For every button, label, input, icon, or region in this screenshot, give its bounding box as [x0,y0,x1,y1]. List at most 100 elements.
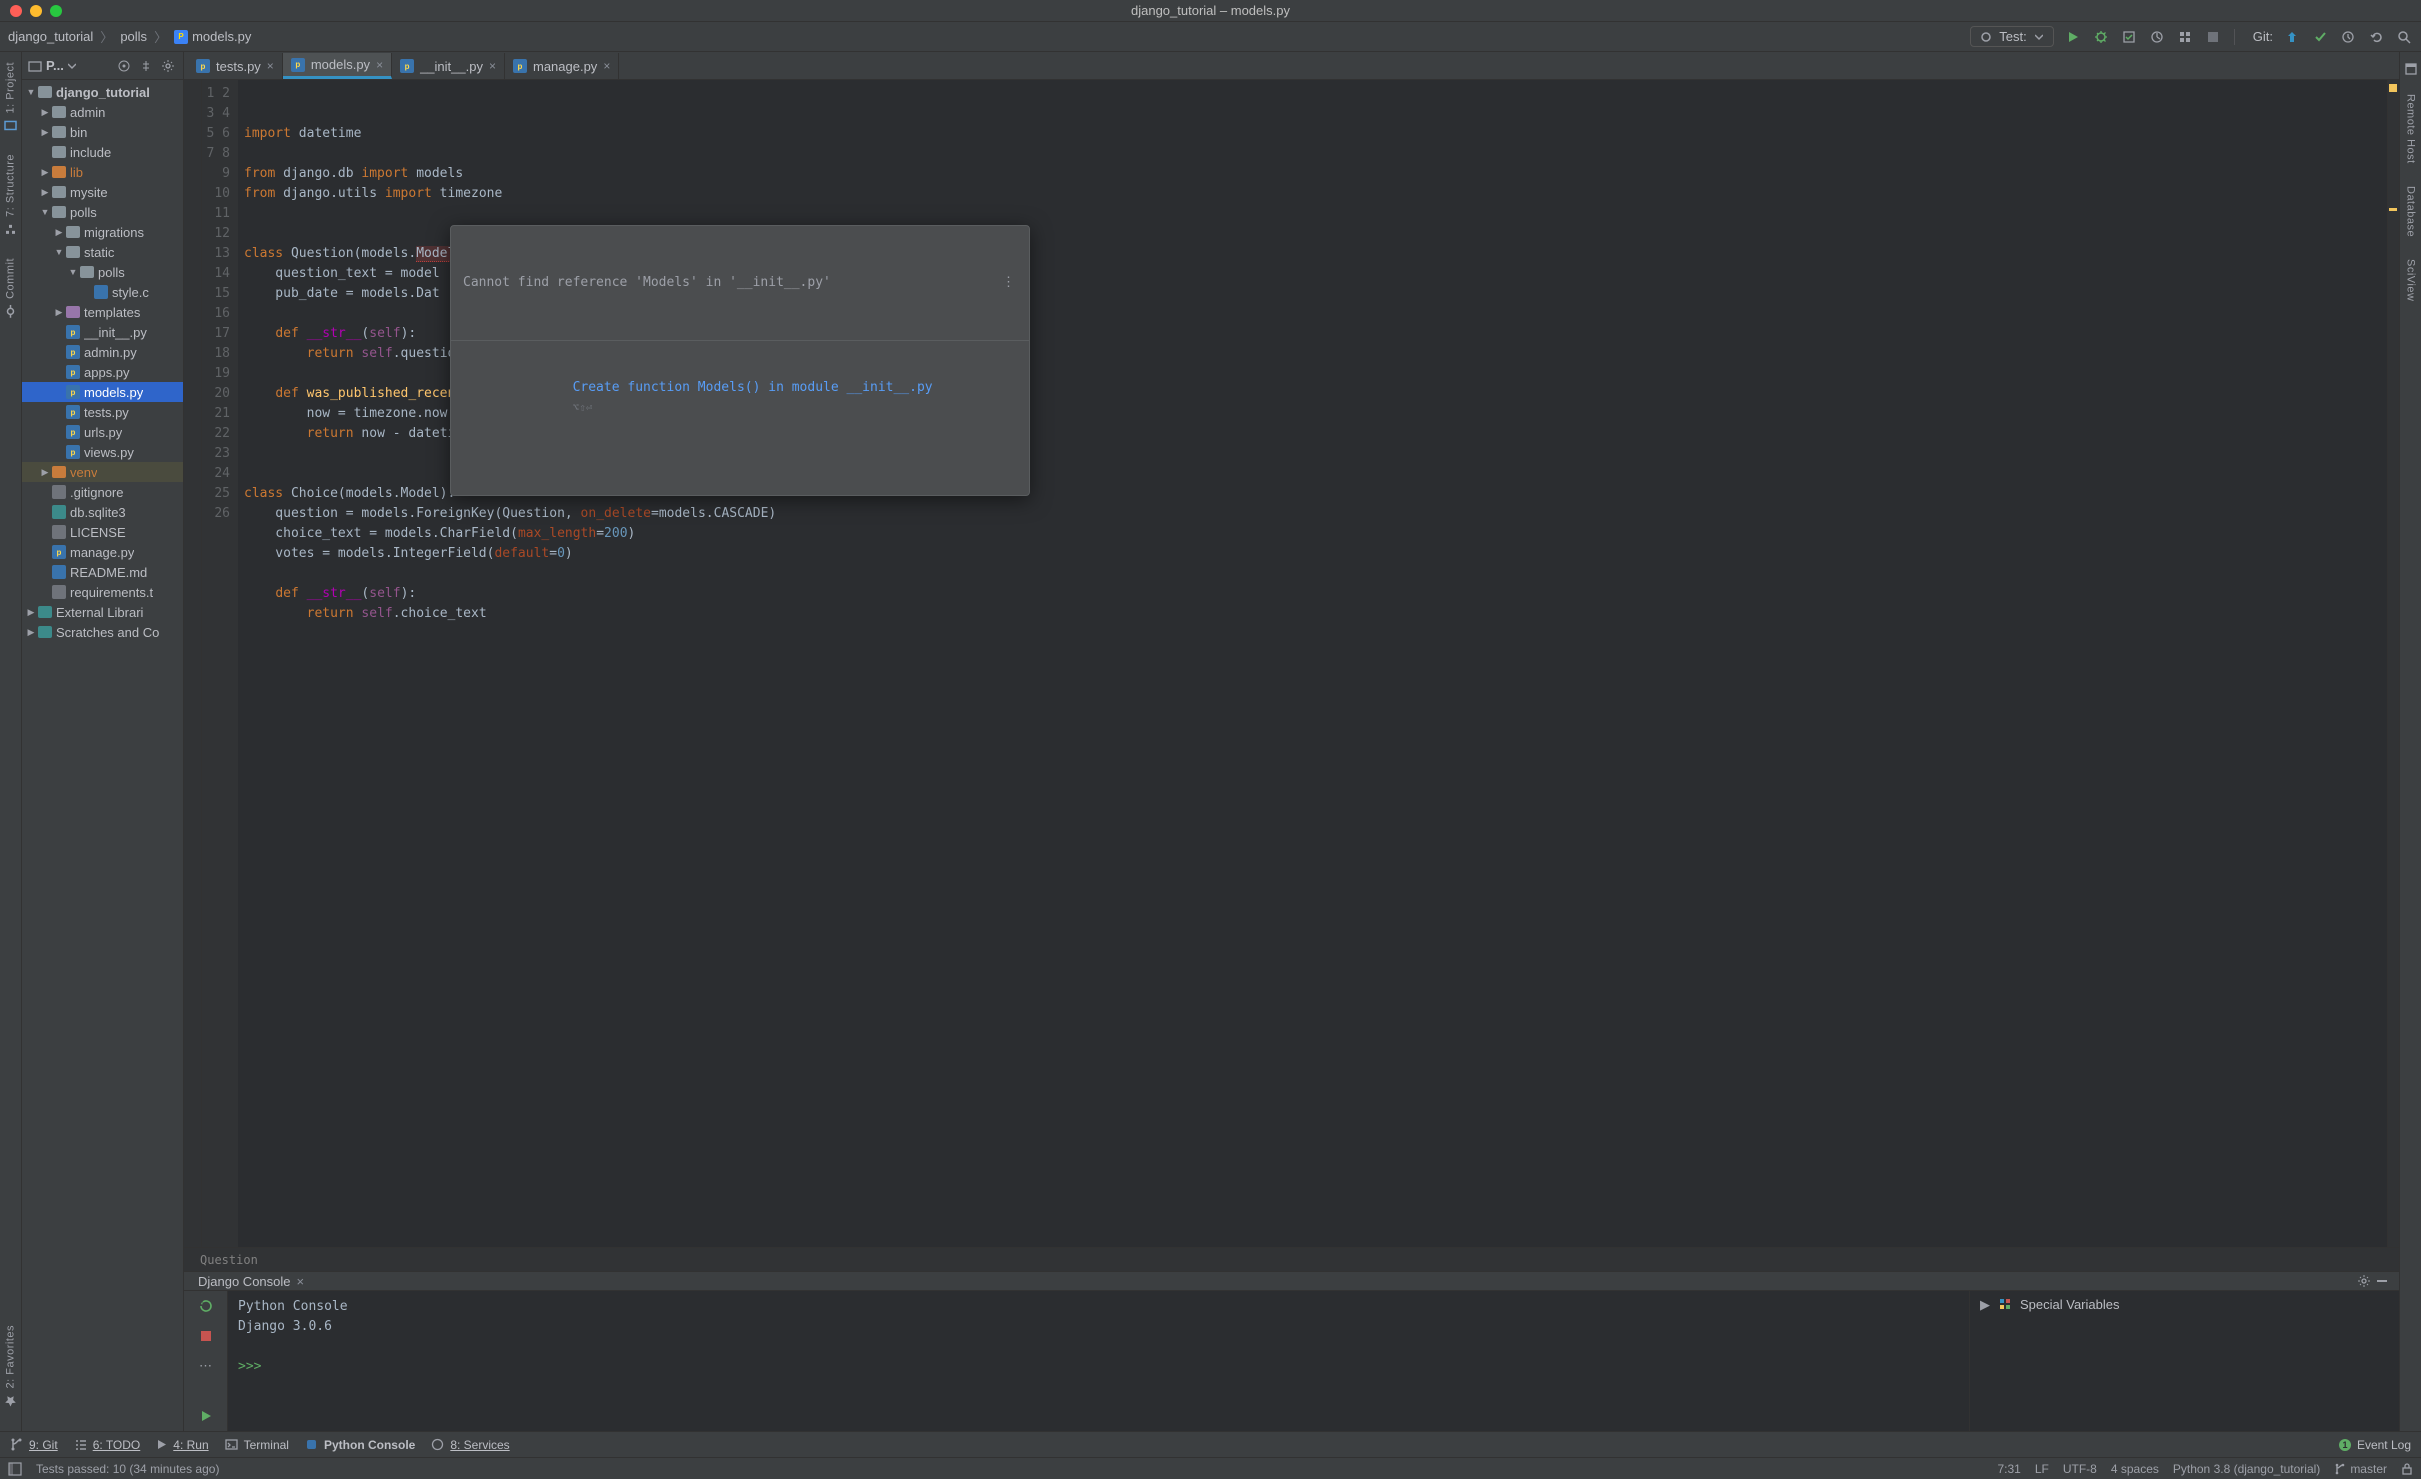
run-config-selector[interactable]: Test: [1970,26,2053,47]
search-everywhere-button[interactable] [2395,28,2413,46]
tree-item[interactable]: LICENSE [22,522,183,542]
close-icon[interactable]: × [267,59,274,73]
tree-item[interactable]: style.c [22,282,183,302]
bottom-tab-todo[interactable]: 6: TODO [74,1438,141,1452]
status-interpreter[interactable]: Python 3.8 (django_tutorial) [2173,1462,2320,1476]
tree-item[interactable]: padmin.py [22,342,183,362]
more-icon[interactable]: ⋮ [1002,273,1017,293]
execute-button[interactable] [192,1407,220,1425]
close-icon[interactable]: × [603,59,610,73]
status-branch[interactable]: master [2334,1462,2387,1476]
tree-item[interactable]: ptests.py [22,402,183,422]
coverage-button[interactable] [2120,28,2138,46]
bottom-tab-run[interactable]: 4: Run [156,1438,208,1452]
console-tab[interactable]: Django Console × [192,1274,310,1289]
tree-item[interactable]: ▶mysite [22,182,183,202]
toolwindows-icon[interactable] [8,1462,22,1476]
editor-tab[interactable]: ptests.py× [188,53,283,79]
gear-icon[interactable] [159,57,177,75]
left-tab-favorites[interactable]: 2: Favorites [4,1319,17,1413]
editor-tab[interactable]: pmanage.py× [505,53,619,79]
editor-tab-active[interactable]: pmodels.py× [283,53,392,79]
tree-item[interactable]: ▶bin [22,122,183,142]
editor-body[interactable]: 1 2 3 4 5 6 7 8 9 10 11 12 13 14 15 16 1… [184,80,2399,1247]
more-icon[interactable]: ⋯ [192,1357,220,1375]
status-indent[interactable]: 4 spaces [2111,1462,2159,1476]
tree-item[interactable]: ▶lib [22,162,183,182]
event-log[interactable]: 1 Event Log [2339,1438,2411,1452]
tree-item[interactable]: pmanage.py [22,542,183,562]
breadcrumb-file[interactable]: P models.py [174,29,251,44]
editor-crumb[interactable]: Question [184,1247,2399,1271]
chevron-down-icon[interactable] [68,62,76,70]
tree-item[interactable]: .gitignore [22,482,183,502]
marker-strip[interactable] [2387,80,2399,1247]
tree-item[interactable]: ▼polls [22,202,183,222]
tree-item[interactable]: ▶venv [22,462,183,482]
chevron-right-icon[interactable]: ▶ [1980,1297,1990,1313]
project-tree[interactable]: ▼django_tutorial ▶admin ▶bin include ▶li… [22,80,183,1431]
close-icon[interactable]: × [489,59,496,73]
gear-icon[interactable] [2355,1272,2373,1290]
debug-button[interactable] [2092,28,2110,46]
tree-item[interactable]: db.sqlite3 [22,502,183,522]
left-tab-project[interactable]: 1: Project [4,56,17,138]
tree-item[interactable]: ▼polls [22,262,183,282]
tree-item[interactable]: README.md [22,562,183,582]
status-caret[interactable]: 7:31 [1997,1462,2020,1476]
warning-line-marker[interactable] [2389,208,2397,211]
status-encoding[interactable]: UTF-8 [2063,1462,2097,1476]
stop-button[interactable] [2204,28,2222,46]
tree-item[interactable]: ▶templates [22,302,183,322]
git-history-button[interactable] [2339,28,2357,46]
bottom-tab-pyconsole[interactable]: Python Console [305,1438,415,1452]
breadcrumb-module[interactable]: polls [120,29,147,44]
git-commit-button[interactable] [2311,28,2329,46]
rerun-button[interactable] [192,1297,220,1315]
code-area[interactable]: import datetime from django.db import mo… [238,80,2387,1247]
left-tab-structure[interactable]: 7: Structure [4,148,17,242]
bottom-tab-git[interactable]: 9: Git [10,1438,58,1452]
zoom-window-icon[interactable] [50,5,62,17]
editor-tab[interactable]: p__init__.py× [392,53,505,79]
profile-button[interactable] [2148,28,2166,46]
lock-icon[interactable] [2401,1463,2413,1475]
tree-item[interactable]: ▼static [22,242,183,262]
tree-item[interactable]: ▶admin [22,102,183,122]
tree-item[interactable]: include [22,142,183,162]
tree-item-selected[interactable]: pmodels.py [22,382,183,402]
git-revert-button[interactable] [2367,28,2385,46]
tree-item[interactable]: purls.py [22,422,183,442]
tree-item[interactable]: requirements.t [22,582,183,602]
status-lineend[interactable]: LF [2035,1462,2049,1476]
expand-all-icon[interactable] [137,57,155,75]
breadcrumb-root[interactable]: django_tutorial [8,29,93,44]
tree-item[interactable]: pviews.py [22,442,183,462]
tree-item[interactable]: p__init__.py [22,322,183,342]
hide-icon[interactable] [2373,1272,2391,1290]
quickfix-action[interactable]: Create function Models() in module __ini… [573,380,933,395]
minimize-window-icon[interactable] [30,5,42,17]
stop-button[interactable] [192,1327,220,1345]
run-button[interactable] [2064,28,2082,46]
breadcrumb[interactable]: django_tutorial 〉 polls 〉 P models.py [8,27,251,46]
close-icon[interactable]: × [376,58,383,72]
left-tab-commit[interactable]: Commit [4,252,17,324]
tree-item[interactable]: ▶External Librari [22,602,183,622]
git-update-button[interactable] [2283,28,2301,46]
tree-item[interactable]: papps.py [22,362,183,382]
tree-root[interactable]: ▼django_tutorial [22,82,183,102]
bottom-tab-services[interactable]: 8: Services [431,1438,509,1452]
layout-icon[interactable] [2402,60,2420,78]
right-tab-remote[interactable]: Remote Host [2405,88,2417,170]
tree-item[interactable]: ▶migrations [22,222,183,242]
warning-marker-icon[interactable] [2389,84,2397,92]
quickfix-popup[interactable]: Cannot find reference 'Models' in '__ini… [450,225,1030,496]
right-tab-sciview[interactable]: SciView [2405,253,2417,307]
close-icon[interactable]: × [297,1274,305,1289]
gutter-icons[interactable] [184,80,202,1247]
bottom-tab-terminal[interactable]: Terminal [225,1438,289,1452]
close-window-icon[interactable] [10,5,22,17]
concurrency-button[interactable] [2176,28,2194,46]
locate-icon[interactable] [115,57,133,75]
